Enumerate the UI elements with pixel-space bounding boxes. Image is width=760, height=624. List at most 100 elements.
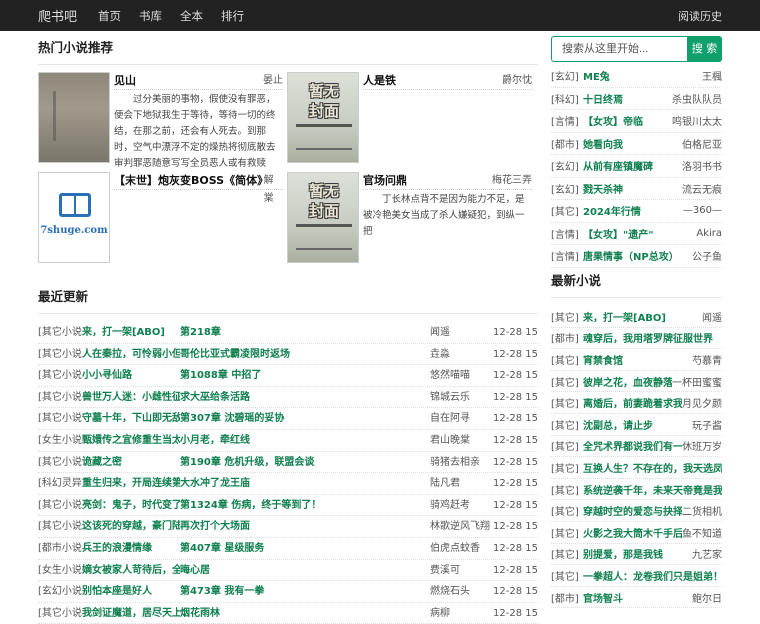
nav-complete[interactable]: 全本 [180, 8, 203, 24]
update-chapter-link[interactable]: 哥伦比亚式霸凌限时返场 [180, 344, 425, 366]
update-title-link[interactable]: 来，打一架[ABO] [82, 322, 180, 344]
side-list-item[interactable]: [都市] 她看向我 伯格尼亚 [551, 133, 722, 155]
newest-list-item[interactable]: [其它] 全咒术界都说我们有一腿 休班万岁 [551, 436, 722, 458]
item-title-link[interactable]: 别提爱，那是我钱 [583, 546, 692, 561]
update-title-link[interactable]: 亮剑：鬼子，时代变了 [82, 495, 180, 517]
item-title-link[interactable]: 2024年行情 [583, 203, 683, 218]
update-chapter-link[interactable]: 求大巫给条活路 [180, 387, 425, 409]
site-logo[interactable]: 爬书吧 [38, 6, 77, 25]
hot-book[interactable]: 7shuge.com 【末世】炮灰变BOSS《简体》 解棠 [38, 172, 283, 268]
item-title-link[interactable]: 十日终焉 [583, 91, 672, 106]
newest-list-item[interactable]: [其它] 宵禁食馆 芍慕青 [551, 349, 722, 371]
newest-list-item[interactable]: [其它] 穿越时空的爱恋与抉择 二货相机 [551, 500, 722, 522]
side-list-item[interactable]: [玄幻] ME兔 王楓 [551, 65, 722, 88]
item-title-link[interactable]: 从前有座镇魔碑 [583, 158, 682, 173]
newest-list-item[interactable]: [都市] 官场智斗 鲍尔日 [551, 587, 722, 609]
newest-list-item[interactable]: [都市] 魂穿后，我用塔罗牌征服世界 [551, 328, 722, 350]
item-title-link[interactable]: 一拳超人：龙卷我们只是姐弟！ [583, 568, 722, 583]
item-title-link[interactable]: 来，打一架[ABO] [583, 309, 702, 324]
hot-book[interactable]: 暂无封面 官场问鼎 梅花三弄 丁长林点背不是因为能力不足，是被冷艳美女当成了杀人嫌… [287, 172, 532, 268]
search-button[interactable]: 搜 索 [687, 36, 722, 62]
nav-home[interactable]: 首页 [98, 8, 121, 24]
item-title-link[interactable]: 全咒术界都说我们有一腿 [583, 438, 682, 453]
newest-list-item[interactable]: [其它] 别提爱，那是我钱 九艺家 [551, 544, 722, 566]
item-title-link[interactable]: 【女攻】"遗产" [583, 226, 696, 241]
item-category: [言情] [551, 252, 579, 264]
update-title-link[interactable]: 守墓十年，下山即无敌 [82, 408, 180, 430]
left-column: 热门小说推荐 见山 晏止 过分美丽的事物，假使没有罪恶，便会下地狱我生于等待，等待… [38, 31, 539, 624]
hot-book[interactable]: 暂无封面 人是铁 爵尔忱 [287, 72, 532, 168]
update-chapter-link[interactable]: 第1088章 中招了 [180, 365, 425, 387]
side-list-item[interactable]: [科幻] 十日终焉 杀虫队队员 [551, 88, 722, 110]
update-title-link[interactable]: 这该死的穿越，豪门陆少第401章 [82, 516, 180, 538]
update-category: [其它小说] [38, 327, 82, 338]
item-title-link[interactable]: 互换人生？不存在的，我天选凤女 [583, 460, 722, 475]
item-title-link[interactable]: 戮天杀神 [583, 181, 682, 196]
update-title-link[interactable]: 甄嬛传之宜修重生当太后第1008章 [82, 430, 180, 452]
update-chapter-link[interactable]: 烟花雨林 [180, 603, 425, 624]
newest-list-item[interactable]: [其它] 彼岸之花，血夜静落 一杯田蜜蜜 [551, 371, 722, 393]
side-list-item[interactable]: [其它] 2024年行情 —360— [551, 200, 722, 223]
update-chapter-link[interactable]: 晦心居 [180, 560, 425, 582]
item-title-link[interactable]: 彼岸之花，血夜静落 [583, 374, 672, 389]
update-chapter-link[interactable]: 第218章 [180, 322, 425, 344]
item-title-link[interactable]: 火影之我大筒木千手后裔 [583, 525, 682, 540]
update-chapter-link[interactable]: 再次打个大场面 [180, 516, 425, 538]
book-cover-image[interactable] [38, 72, 110, 163]
search-input[interactable]: 搜索从这里开始... [551, 36, 687, 62]
reading-history-link[interactable]: 阅读历史 [678, 8, 722, 24]
item-category: [言情] [551, 117, 579, 129]
nav-library[interactable]: 书库 [139, 8, 162, 24]
newest-list-item[interactable]: [其它] 互换人生？不存在的，我天选凤女 [551, 457, 722, 479]
newest-list-item[interactable]: [其它] 沈副总，请止步 玩子酱 [551, 414, 722, 436]
newest-list-item[interactable]: [其它] 系统逆袭千年，未来天帝竟是我爹 [551, 479, 722, 501]
item-title-link[interactable]: 魂穿后，我用塔罗牌征服世界 [583, 330, 722, 345]
newest-list-item[interactable]: [其它] 离婚后，前妻跪着求我，算我输！月见夕颜 [551, 392, 722, 414]
side-list-item[interactable]: [玄幻] 从前有座镇魔碑 洛羽书书 [551, 155, 722, 178]
item-title-link[interactable]: 离婚后，前妻跪着求我，算我输！ [583, 395, 682, 410]
book-title[interactable]: 人是铁 [363, 72, 396, 89]
book-title[interactable]: 见山 [114, 72, 136, 89]
update-title-link[interactable]: 兽世万人迷：小雌性征服第114章 [82, 387, 180, 409]
item-title-link[interactable]: 宵禁食馆 [583, 352, 692, 367]
newest-list-item[interactable]: [其它] 火影之我大筒木千手后裔 鱼不知道 [551, 522, 722, 544]
item-title-link[interactable]: 官场智斗 [583, 590, 692, 605]
update-title-link[interactable]: 别怕本座是好人 [82, 581, 180, 603]
side-list-item[interactable]: [玄幻] 戮天杀神 流云无痕 [551, 178, 722, 200]
update-title-link[interactable]: 诡藏之密 [82, 452, 180, 474]
item-title-link[interactable]: 【女攻】帝临 [583, 113, 672, 128]
update-title-link[interactable]: 人在秦拉，可怜弱小但无第1179章 [82, 344, 180, 366]
item-title-link[interactable]: 穿越时空的爱恋与抉择 [583, 503, 682, 518]
item-title-link[interactable]: 沈副总，请止步 [583, 417, 692, 432]
book-cover-placeholder[interactable]: 暂无封面 [287, 72, 359, 163]
update-title-link[interactable]: 我剑证魔道，居尽天上仙第704章 [82, 603, 180, 624]
newest-list-item[interactable]: [其它] 一拳超人：龙卷我们只是姐弟！ [551, 565, 722, 587]
item-title-link[interactable]: 她看向我 [583, 136, 682, 151]
side-list-item[interactable]: [言情] 【女攻】"遗产" Akira [551, 223, 722, 245]
item-title-link[interactable]: ME兔 [583, 68, 702, 83]
item-category: [言情] [551, 229, 579, 241]
newest-list-item[interactable]: [其它] 来，打一架[ABO] 闻遥 [551, 306, 722, 328]
side-list-item[interactable]: [言情] 【女攻】帝临 鸣银川太太 [551, 110, 722, 133]
update-author: 锦城云乐 [430, 391, 470, 403]
update-title-link[interactable]: 小小寻仙路 [82, 365, 180, 387]
update-chapter-link[interactable]: 小月老，牵红线 [180, 430, 425, 452]
nav-ranking[interactable]: 排行 [221, 8, 244, 24]
update-title-link[interactable]: 兵王的浪漫情缘 [82, 538, 180, 560]
update-title-link[interactable]: 重生归来，开局连续第257章 [82, 473, 180, 495]
update-title-link[interactable]: 嫡女被家人苛待后，全员第578章 [82, 560, 180, 582]
book-title[interactable]: 【末世】炮灰变BOSS《简体》 [114, 172, 268, 189]
update-chapter-link[interactable]: 第1324章 伤病，终于等到了！ [180, 495, 425, 517]
item-title-link[interactable]: 系统逆袭千年，未来天帝竟是我爹 [583, 482, 722, 497]
update-chapter-link[interactable]: 第190章 危机升级，联盟会谈 [180, 452, 425, 474]
book-title[interactable]: 官场问鼎 [363, 172, 407, 189]
update-chapter-link[interactable]: 第307章 沈碧瑶的妥协 [180, 408, 425, 430]
hot-book[interactable]: 见山 晏止 过分美丽的事物，假使没有罪恶，便会下地狱我生于等待，等待一切的终结，在… [38, 72, 283, 169]
book-cover-logo[interactable]: 7shuge.com [38, 172, 110, 263]
item-title-link[interactable]: 唐果情事（NP总攻） [583, 248, 692, 263]
update-row: [其它小说]人在秦拉，可怜弱小但无第1179章哥伦比亚式霸凌限时返场垚淼 12-2… [38, 344, 539, 366]
update-chapter-link[interactable]: 第407章 星级服务 [180, 538, 425, 560]
book-cover-placeholder[interactable]: 暂无封面 [287, 172, 359, 263]
update-chapter-link[interactable]: 第473章 我有一拳 [180, 581, 425, 603]
update-chapter-link[interactable]: 大水冲了龙王庙 [180, 473, 425, 495]
